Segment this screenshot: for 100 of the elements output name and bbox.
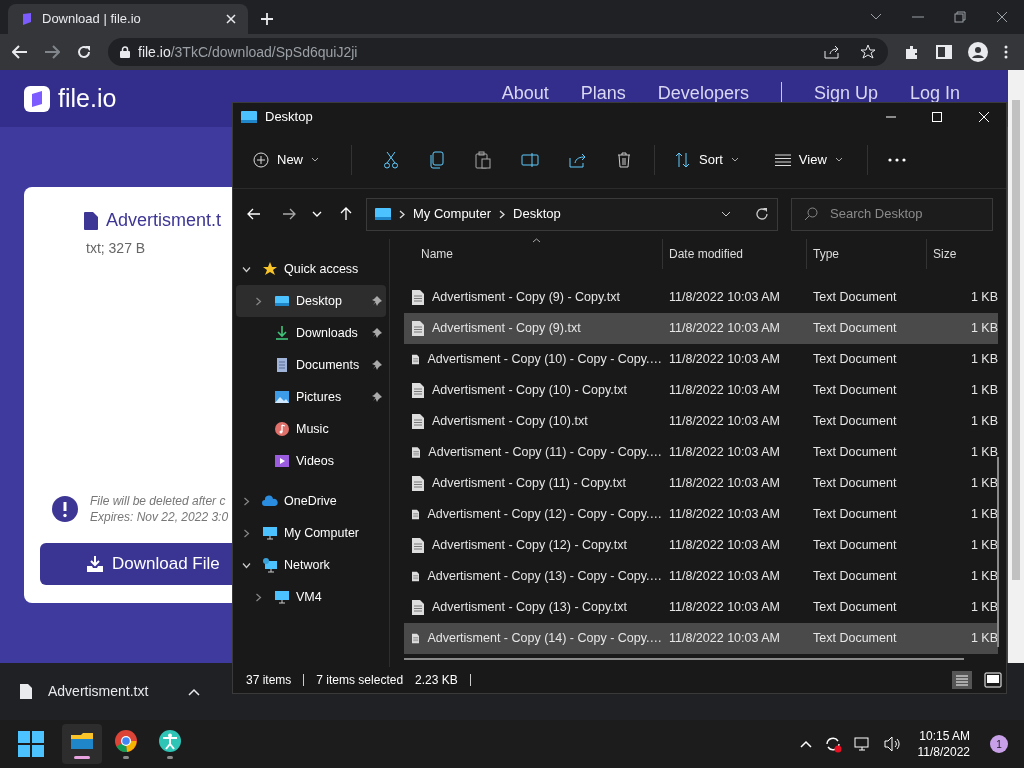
restore-icon[interactable] [954, 11, 966, 23]
reload-icon[interactable] [76, 44, 92, 60]
nav-item[interactable]: Quick access [236, 253, 386, 285]
selection-count: 7 items selected [316, 672, 404, 689]
file-row[interactable]: Advertisment - Copy (12) - Copy - Copy.… 11/8/2022 10:03 AM Text Document 1 KB [404, 499, 998, 530]
star-icon[interactable] [860, 44, 876, 60]
file-row[interactable]: Advertisment - Copy (11) - Copy.txt 11/8/2022 10:03 AM Text Document 1 KB [404, 468, 998, 499]
delete-icon[interactable] [617, 151, 631, 168]
browser-tab[interactable]: Download | file.io [8, 4, 248, 34]
back-icon[interactable] [12, 45, 28, 59]
sync-icon[interactable] [823, 735, 842, 753]
column-header[interactable]: Date modified [662, 239, 806, 269]
search-field[interactable]: Search Desktop [791, 197, 993, 231]
date-cell-text: 11/8/2022 10:03 AM [668, 413, 781, 431]
breadcrumb-item[interactable]: Desktop [513, 204, 561, 224]
text-file-icon [412, 476, 424, 491]
chevron-down-icon[interactable] [721, 211, 731, 217]
share-icon[interactable] [569, 151, 587, 168]
file-name: Advertisment - Copy (11) - Copy.txt [432, 475, 627, 493]
clock[interactable]: 10:15 AM 11/8/2022 [917, 728, 970, 760]
column-header[interactable]: Name [404, 239, 662, 269]
paste-icon[interactable] [475, 150, 491, 169]
copy-icon[interactable] [429, 150, 445, 169]
nav-link[interactable]: Log In [909, 84, 960, 102]
file-row[interactable]: Advertisment - Copy (10) - Copy.txt 11/8/2022 10:03 AM Text Document 1 KB [404, 375, 998, 406]
logo-text: file.io [58, 82, 117, 114]
pin-icon[interactable] [372, 296, 382, 306]
maximize-icon[interactable] [932, 112, 942, 122]
page-scrollbar[interactable] [1008, 70, 1024, 663]
download-file-name[interactable]: Advertisment.txt [48, 681, 188, 702]
profile-icon[interactable] [968, 42, 988, 62]
file-row[interactable]: Advertisment - Copy (13) - Copy.txt 11/8/2022 10:03 AM Text Document 1 KB [404, 592, 998, 623]
file-row[interactable]: Advertisment - Copy (11) - Copy - Copy.… 11/8/2022 10:03 AM Text Document 1 KB [404, 437, 998, 468]
breadcrumb-item[interactable]: My Computer [413, 204, 492, 224]
chevron-down-icon[interactable] [242, 560, 251, 570]
pin-icon[interactable] [372, 328, 382, 338]
puzzle-icon[interactable] [904, 44, 920, 60]
nav-item[interactable]: Music [236, 413, 386, 445]
nav-link[interactable]: Sign Up [813, 84, 878, 102]
notification-badge[interactable]: 1 [990, 735, 1008, 753]
close-icon[interactable] [996, 11, 1008, 23]
up-icon[interactable] [340, 207, 352, 221]
nav-item[interactable]: VM4 [236, 581, 386, 613]
video-icon [274, 453, 290, 469]
rename-icon[interactable] [521, 151, 539, 168]
chevron-up-icon[interactable] [188, 687, 200, 696]
sidebar-icon[interactable] [936, 45, 952, 59]
pin-icon[interactable] [372, 392, 382, 402]
chevron-down-icon[interactable] [242, 264, 251, 274]
taskbar-app[interactable] [62, 724, 102, 764]
new-button[interactable]: New [253, 143, 335, 176]
horizontal-scrollbar[interactable] [404, 658, 964, 660]
file-row[interactable]: Advertisment - Copy (10).txt 11/8/2022 10:03 AM Text Document 1 KB [404, 406, 998, 437]
nav-link[interactable]: About [501, 84, 549, 102]
date-cell-text: 11/8/2022 10:03 AM [668, 320, 781, 338]
nav-item[interactable]: OneDrive [236, 485, 386, 517]
nav-item[interactable]: Documents [236, 349, 386, 381]
type-cell-text: Text Document [812, 320, 898, 338]
refresh-icon[interactable] [755, 207, 769, 221]
vertical-scrollbar[interactable] [997, 457, 999, 647]
share-icon[interactable] [824, 45, 840, 59]
new-tab-icon[interactable] [260, 12, 274, 26]
tiles-view-icon[interactable] [984, 672, 1002, 688]
file-row[interactable]: Advertisment - Copy (14) - Copy - Copy.… 11/8/2022 10:03 AM Text Document 1 KB [404, 623, 998, 654]
nav-link[interactable]: Plans [580, 84, 626, 102]
cut-icon[interactable] [383, 150, 399, 169]
nav-item[interactable]: My Computer [236, 517, 386, 549]
column-header[interactable]: Size [926, 239, 984, 269]
chevron-down-icon[interactable] [870, 13, 882, 21]
sort-button[interactable]: Sort [663, 143, 751, 176]
volume-icon[interactable] [883, 736, 902, 752]
file-row[interactable]: Advertisment - Copy (9).txt 11/8/2022 10:03 AM Text Document 1 KB [404, 313, 998, 344]
chevron-down-icon [730, 157, 739, 162]
file-row[interactable]: Advertisment - Copy (9) - Copy.txt 11/8/2022 10:03 AM Text Document 1 KB [404, 282, 998, 313]
nav-item[interactable]: Downloads [236, 317, 386, 349]
nav-link[interactable]: Developers [657, 84, 749, 102]
start-icon[interactable] [18, 731, 44, 757]
size-cell-text: 1 KB [969, 444, 998, 462]
nav-item[interactable]: Pictures [236, 381, 386, 413]
address-bar[interactable]: My Computer Desktop [366, 197, 778, 231]
nav-item[interactable]: Desktop [236, 285, 386, 317]
forward-icon[interactable] [44, 45, 60, 59]
network-icon[interactable] [853, 736, 872, 752]
forward-icon[interactable] [282, 208, 296, 220]
download-button[interactable]: Download File [40, 543, 232, 585]
details-view-icon[interactable] [952, 671, 972, 689]
pin-icon[interactable] [372, 360, 382, 370]
size-cell-text: 1 KB [969, 351, 998, 369]
menu-icon[interactable] [1004, 45, 1008, 59]
nav-item[interactable]: Videos [236, 445, 386, 477]
file-row[interactable]: Advertisment - Copy (12) - Copy.txt 11/8/2022 10:03 AM Text Document 1 KB [404, 530, 998, 561]
nav-item[interactable]: Network [236, 549, 386, 581]
view-button[interactable]: View [762, 143, 855, 176]
file-row[interactable]: Advertisment - Copy (10) - Copy - Copy.… 11/8/2022 10:03 AM Text Document 1 KB [404, 344, 998, 375]
address-bar[interactable]: file.io/3TkC/download/SpSd6quiJ2ji [108, 38, 888, 66]
more-icon[interactable] [887, 157, 906, 162]
file-row[interactable]: Advertisment - Copy (13) - Copy - Copy.… 11/8/2022 10:03 AM Text Document 1 KB [404, 561, 998, 592]
type-cell-text: Text Document [812, 413, 898, 431]
selection-size: 2.23 KB [415, 672, 458, 689]
column-header[interactable]: Type [806, 239, 926, 269]
